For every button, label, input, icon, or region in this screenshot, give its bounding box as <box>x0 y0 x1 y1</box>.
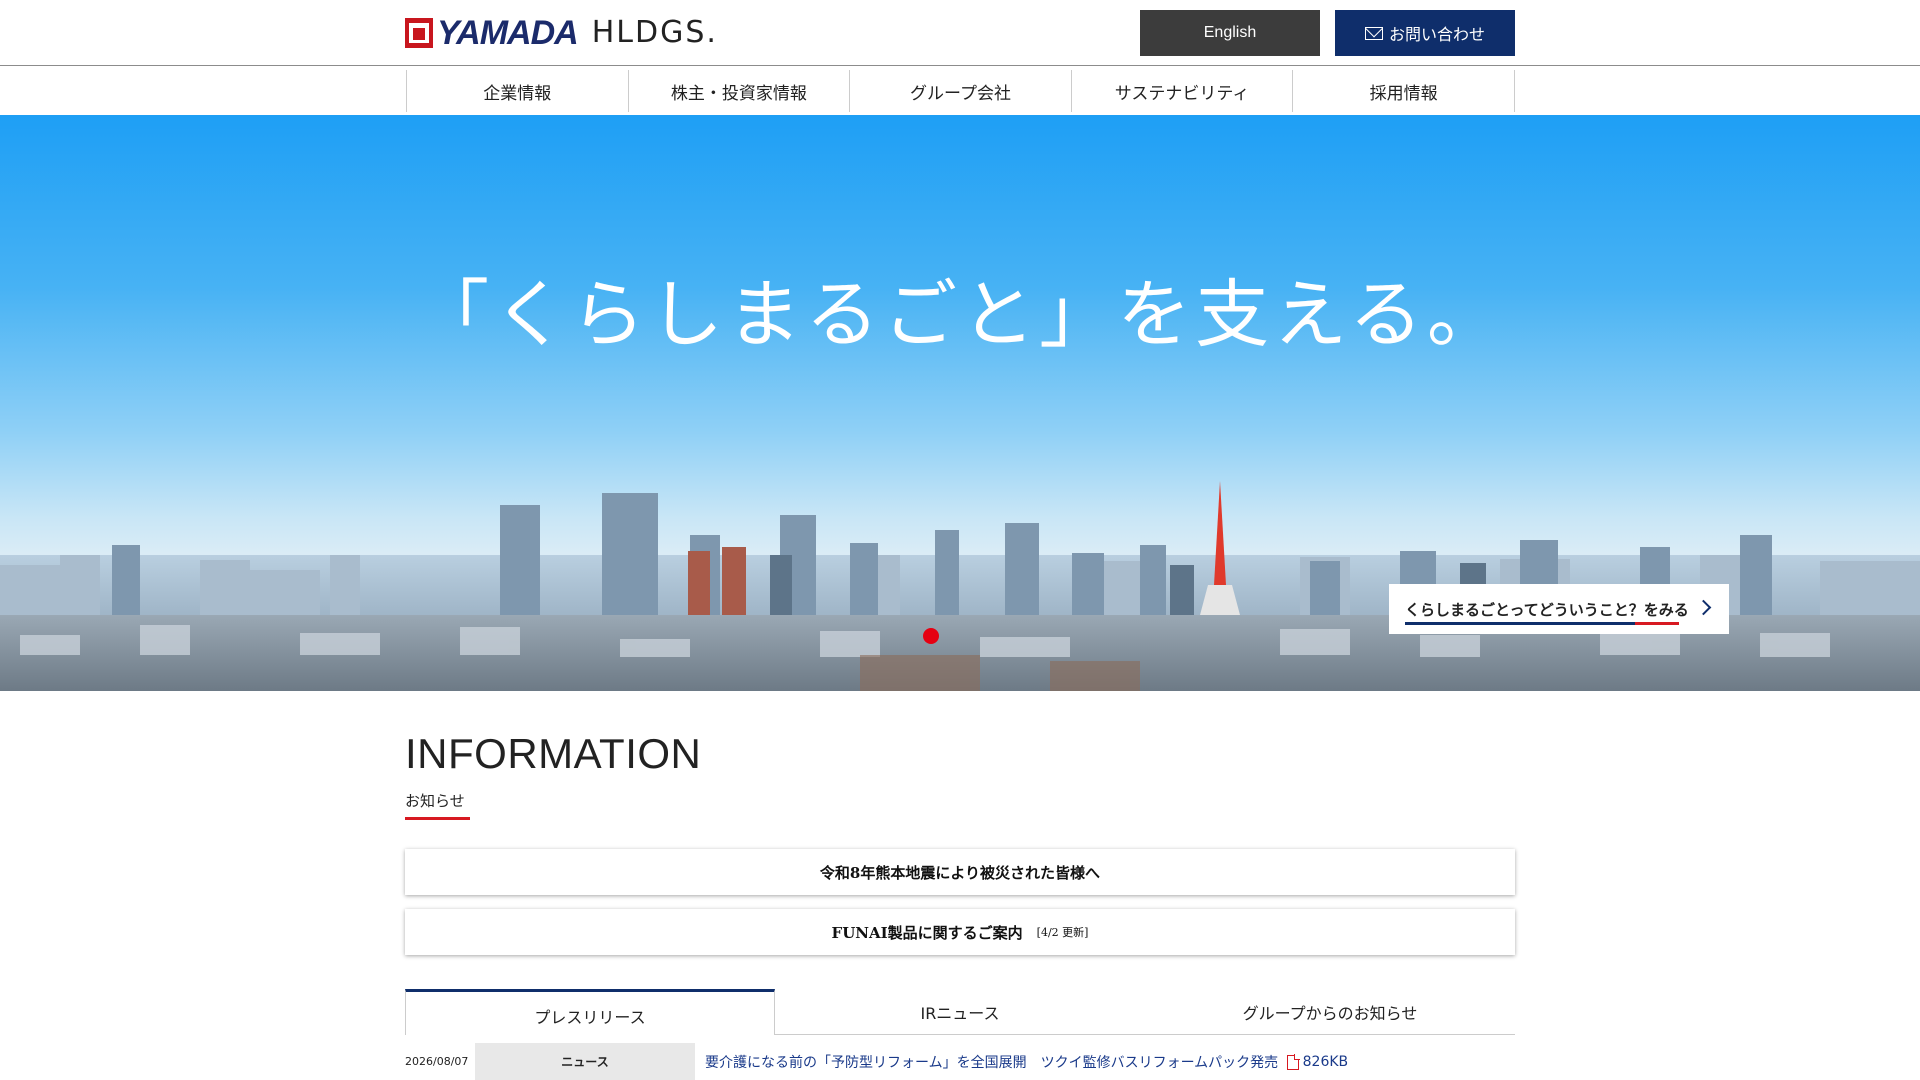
english-button[interactable]: English <box>1140 10 1320 56</box>
nav-item-recruit[interactable]: 採用情報 <box>1293 70 1515 112</box>
notice-earthquake-text: 令和8年熊本地震により被災された皆様へ <box>819 863 1101 882</box>
news-tabs: プレスリリース IRニュース グループからのお知らせ <box>405 989 1515 1035</box>
information-heading-underline <box>405 817 470 820</box>
contact-button-label: お問い合わせ <box>1388 25 1485 44</box>
hero-banner: 「くらしまるごと」を支える。 くらしまるごとってどういうこと？をみる <box>0 115 1920 691</box>
information-subheading: お知らせ <box>405 792 465 810</box>
slider-indicator-dot[interactable] <box>923 628 939 644</box>
news-date: 2026/08/07 <box>405 1055 469 1068</box>
nav-item-corporate[interactable]: 企業情報 <box>407 70 629 112</box>
logo-suffix-text: HLDGS. <box>591 15 718 50</box>
hero-link-button[interactable]: くらしまるごとってどういうこと？をみる <box>1389 584 1729 634</box>
chevron-right-icon <box>1695 599 1712 616</box>
hero-link-label: くらしまるごとってどういうこと？をみる <box>1405 600 1689 619</box>
site-header: YAMADA HLDGS. English お問い合わせ <box>0 0 1920 66</box>
contact-button[interactable]: お問い合わせ <box>1335 10 1515 56</box>
nav-item-investors[interactable]: 株主・投資家情報 <box>629 70 851 112</box>
information-heading: INFORMATION <box>405 730 702 777</box>
logo-brand-text: YAMADA <box>437 14 579 52</box>
notice-funai-text: FUNAI製品に関するご案内 <box>831 923 1023 942</box>
yamada-logo[interactable]: YAMADA HLDGS. <box>405 16 718 50</box>
news-title-link[interactable]: 要介護になる前の「予防型リフォーム」を全国展開 ツクイ監修バスリフォームパック発… <box>705 1052 1300 1072</box>
news-file-size: 826KB <box>1302 1053 1349 1070</box>
yamada-logo-mark-icon <box>405 18 433 48</box>
nav-item-sustainability[interactable]: サステナビリティ <box>1072 70 1294 112</box>
notice-earthquake[interactable]: 令和8年熊本地震により被災された皆様へ <box>405 849 1515 895</box>
mail-icon <box>1364 26 1383 40</box>
pdf-icon <box>1286 1053 1300 1070</box>
news-category-badge: ニュース <box>475 1043 695 1080</box>
global-nav: 企業情報 株主・投資家情報 グループ会社 サステナビリティ 採用情報 <box>0 67 1920 115</box>
english-button-label: English <box>1203 24 1257 41</box>
tab-group-news[interactable]: グループからのお知らせ <box>1145 989 1515 1034</box>
notice-funai-update-note: [4/2 更新] <box>1036 926 1089 939</box>
hero-tagline: 「くらしまるごと」を支える。 <box>415 272 1505 358</box>
tab-press-release[interactable]: プレスリリース <box>405 989 775 1035</box>
notice-funai[interactable]: FUNAI製品に関するご案内 [4/2 更新] <box>405 909 1515 955</box>
hero-link-underline-accent <box>1635 622 1679 625</box>
global-nav-list: 企業情報 株主・投資家情報 グループ会社 サステナビリティ 採用情報 <box>406 70 1515 112</box>
nav-item-group-companies[interactable]: グループ会社 <box>850 70 1072 112</box>
news-title-text: 要介護になる前の「予防型リフォーム」を全国展開 ツクイ監修バスリフォームパック発… <box>705 1054 1279 1071</box>
tab-ir-news[interactable]: IRニュース <box>775 989 1145 1034</box>
news-list-item: 2026/08/07 ニュース 要介護になる前の「予防型リフォーム」を全国展開 … <box>405 1043 1515 1080</box>
